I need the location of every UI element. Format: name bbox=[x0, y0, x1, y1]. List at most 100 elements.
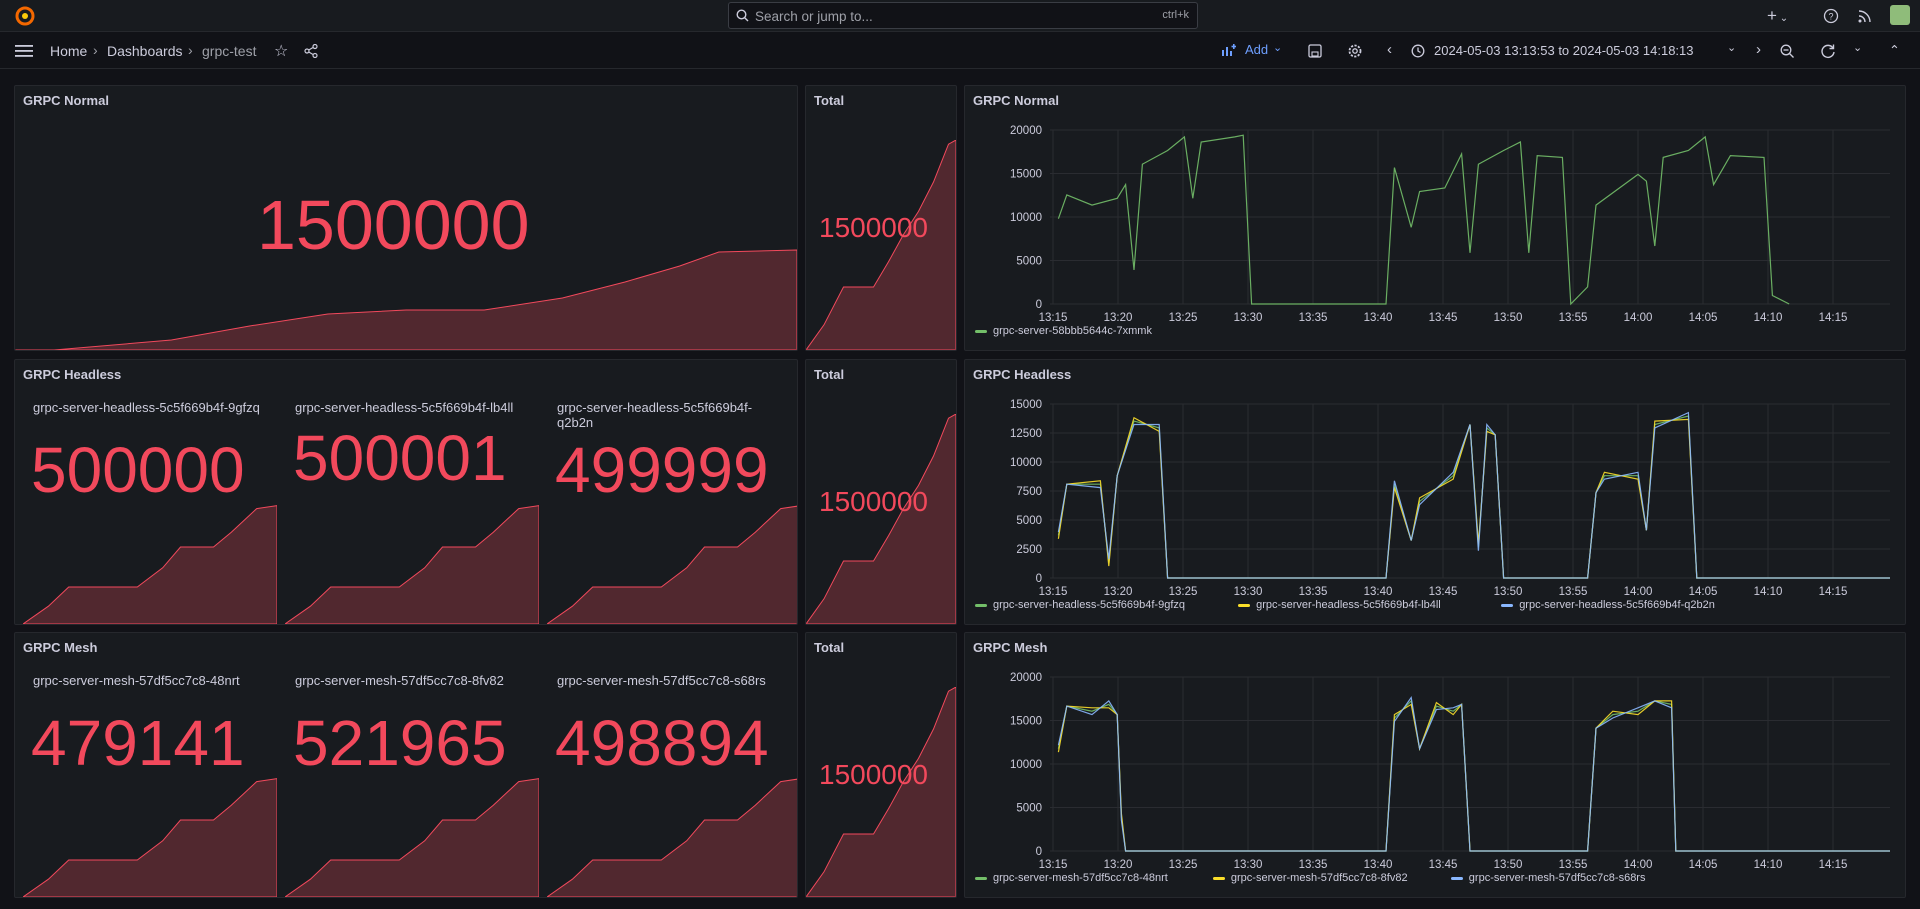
total-panel-2[interactable]: Total 1500000 bbox=[805, 632, 957, 898]
x-tick-label: 13:30 bbox=[1234, 859, 1263, 871]
legend-swatch bbox=[1450, 876, 1463, 880]
dashboard-nav-bar: Home › Dashboards › grpc-test ☆ Add ⌄ ‹ … bbox=[0, 33, 1920, 69]
panel-title: GRPC Mesh bbox=[23, 640, 98, 655]
x-tick-label: 14:15 bbox=[1819, 859, 1848, 871]
panel-title: GRPC Headless bbox=[23, 367, 122, 382]
add-button-label: Add bbox=[1245, 42, 1269, 57]
x-tick-label: 13:25 bbox=[1169, 586, 1198, 598]
x-tick-label: 13:35 bbox=[1299, 586, 1328, 598]
stat-value: 500000 bbox=[31, 434, 245, 506]
news-feed-icon[interactable] bbox=[1857, 8, 1873, 24]
x-tick-label: 14:00 bbox=[1624, 859, 1653, 871]
y-tick-label: 5000 bbox=[1016, 256, 1042, 268]
total-panel-1[interactable]: Total 1500000 bbox=[805, 359, 957, 625]
y-tick-label: 5000 bbox=[1016, 515, 1042, 527]
stat-panel-2[interactable]: GRPC Mesh grpc-server-mesh-57df5cc7c8-48n… bbox=[14, 632, 798, 898]
legend-item[interactable]: grpc-server-mesh-57df5cc7c8-48nrt bbox=[975, 872, 1168, 884]
legend-item[interactable]: grpc-server-headless-5c5f669b4f-lb4ll bbox=[1238, 599, 1441, 611]
timeseries-panel-1[interactable]: GRPC Headless 15000 12500 10000 7500 5000 2500… bbox=[964, 359, 1906, 625]
settings-gear-icon[interactable] bbox=[1347, 43, 1363, 59]
panel-title: Total bbox=[814, 93, 845, 108]
legend-item[interactable]: grpc-server-headless-5c5f669b4f-9gfzq bbox=[975, 599, 1185, 611]
x-tick-label: 14:05 bbox=[1689, 859, 1718, 871]
x-tick-label: 13:40 bbox=[1364, 586, 1393, 598]
y-tick-label: 0 bbox=[1036, 846, 1042, 858]
zoom-out-icon[interactable] bbox=[1780, 44, 1795, 59]
legend-label: grpc-server-headless-5c5f669b4f-9gfzq bbox=[993, 599, 1185, 611]
grafana-logo-icon[interactable] bbox=[14, 5, 36, 27]
x-tick-label: 14:05 bbox=[1689, 586, 1718, 598]
timeseries-panel-0[interactable]: GRPC Normal 20000 15000 10000 5000 0 13:15 13:2… bbox=[964, 85, 1906, 351]
x-tick-label: 13:35 bbox=[1299, 859, 1328, 871]
legend-item[interactable]: grpc-server-headless-5c5f669b4f-q2b2n bbox=[1501, 599, 1715, 611]
new-menu-button[interactable]: + ⌄ bbox=[1767, 6, 1788, 26]
series-line bbox=[1057, 134, 1790, 306]
legend-label: grpc-server-mesh-57df5cc7c8-48nrt bbox=[993, 872, 1168, 884]
stat-panel-0[interactable]: GRPC Normal 1500000 bbox=[14, 85, 798, 351]
timeseries-chart: 20000 15000 10000 5000 013:15 13:20 13:25 13:30… bbox=[1010, 125, 1890, 324]
x-tick-label: 13:45 bbox=[1429, 586, 1458, 598]
panel-title: Total bbox=[814, 367, 845, 382]
stat-cell: grpc-server-headless-5c5f669b4f-9gfzq 500… bbox=[23, 390, 277, 624]
panel-title: GRPC Normal bbox=[973, 93, 1059, 108]
x-tick-label: 14:00 bbox=[1624, 312, 1653, 324]
stat-series-label: grpc-server-mesh-57df5cc7c8-s68rs bbox=[557, 673, 766, 688]
user-avatar[interactable] bbox=[1890, 5, 1910, 25]
add-panel-icon bbox=[1222, 44, 1236, 56]
panel-title: GRPC Normal bbox=[23, 93, 109, 108]
legend-swatch bbox=[975, 876, 987, 880]
x-tick-label: 13:15 bbox=[1039, 586, 1068, 598]
total-value: 1500000 bbox=[819, 486, 929, 517]
refresh-icon[interactable] bbox=[1820, 43, 1836, 59]
legend-label: grpc-server-headless-5c5f669b4f-q2b2n bbox=[1519, 599, 1715, 611]
time-shift-forward-icon[interactable]: › bbox=[1756, 41, 1761, 58]
stat-value: 479141 bbox=[31, 707, 245, 779]
stat-value: 521965 bbox=[293, 707, 507, 779]
y-tick-label: 10000 bbox=[1010, 457, 1042, 469]
menu-icon[interactable] bbox=[15, 44, 33, 58]
save-icon[interactable] bbox=[1308, 44, 1322, 58]
y-tick-label: 15000 bbox=[1010, 399, 1042, 411]
chevron-down-icon[interactable]: ⌄ bbox=[1853, 41, 1862, 54]
legend-swatch bbox=[1212, 876, 1225, 880]
x-tick-label: 13:20 bbox=[1104, 312, 1133, 324]
stat-value: 500001 bbox=[293, 422, 507, 494]
timeseries-panel-2[interactable]: GRPC Mesh 20000 15000 10000 5000 0 13:15 13:20 1… bbox=[964, 632, 1906, 898]
legend-swatch bbox=[1501, 603, 1514, 607]
breadcrumb-current: grpc-test bbox=[202, 43, 257, 59]
search-shortcut: ctrl+k bbox=[1162, 9, 1189, 21]
x-tick-label: 13:50 bbox=[1494, 586, 1523, 598]
star-icon[interactable]: ☆ bbox=[274, 41, 288, 61]
total-sparkline bbox=[806, 414, 956, 624]
legend-item[interactable]: grpc-server-58bbb5644c-7xmmk bbox=[975, 325, 1152, 337]
x-tick-label: 13:25 bbox=[1169, 312, 1198, 324]
timeseries-chart: 20000 15000 10000 5000 013:15 13:20 13:25 13:30… bbox=[1010, 672, 1890, 871]
legend-label: grpc-server-mesh-57df5cc7c8-8fv82 bbox=[1230, 872, 1408, 884]
search-input[interactable]: Search or jump to... ctrl+k bbox=[728, 2, 1198, 29]
chevron-down-icon[interactable]: ⌄ bbox=[1727, 41, 1736, 54]
total-sparkline bbox=[806, 687, 956, 897]
breadcrumb-dashboards[interactable]: Dashboards bbox=[107, 43, 183, 59]
stat-series-label: grpc-server-headless-5c5f669b4f-q2b2n bbox=[557, 400, 753, 430]
help-icon[interactable]: ? bbox=[1823, 8, 1839, 24]
collapse-up-icon[interactable]: ⌄ bbox=[1889, 41, 1900, 57]
stat-cell: grpc-server-mesh-57df5cc7c8-8fv82 521965 bbox=[285, 663, 539, 897]
total-sparkline bbox=[806, 140, 956, 350]
stat-panel-1[interactable]: GRPC Headless grpc-server-headless-5c5f66… bbox=[14, 359, 798, 625]
time-shift-back-icon[interactable]: ‹ bbox=[1387, 41, 1392, 58]
search-icon bbox=[736, 9, 749, 22]
panel-title: Total bbox=[814, 640, 845, 655]
breadcrumb-home[interactable]: Home bbox=[50, 43, 87, 59]
x-tick-label: 14:10 bbox=[1754, 586, 1783, 598]
legend-item[interactable]: grpc-server-mesh-57df5cc7c8-8fv82 bbox=[1212, 872, 1408, 884]
y-tick-label: 15000 bbox=[1010, 716, 1042, 728]
time-range-picker[interactable]: 2024-05-03 13:13:53 to 2024-05-03 14:18:… bbox=[1434, 43, 1694, 58]
total-panel-0[interactable]: Total 1500000 bbox=[805, 85, 957, 351]
y-tick-label: 12500 bbox=[1010, 428, 1042, 440]
breadcrumb-separator-icon: › bbox=[93, 42, 98, 58]
share-icon[interactable] bbox=[304, 44, 318, 58]
panel-title: GRPC Mesh bbox=[973, 640, 1048, 655]
legend-item[interactable]: grpc-server-mesh-57df5cc7c8-s68rs bbox=[1450, 872, 1645, 884]
stat-sparkline bbox=[285, 505, 539, 624]
x-tick-label: 13:15 bbox=[1039, 859, 1068, 871]
